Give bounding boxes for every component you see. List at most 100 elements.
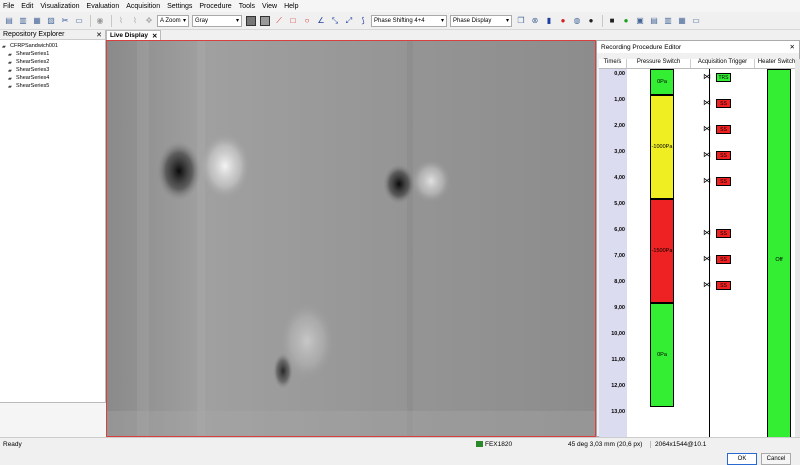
menu-settings[interactable]: Settings xyxy=(167,3,192,10)
series-icon: ▰ xyxy=(8,51,12,58)
menu-visualization[interactable]: Visualization xyxy=(40,3,79,10)
status-ready: Ready xyxy=(3,440,22,448)
trigger-label: SS xyxy=(720,126,727,133)
pressure-segment[interactable]: -1000Pa xyxy=(650,95,674,199)
trigger-label: TRS xyxy=(718,74,729,81)
cancel-label: Cancel xyxy=(766,456,786,462)
pressure-segment[interactable]: 0Pa xyxy=(650,303,674,407)
pressure-segment[interactable]: 0Pa xyxy=(650,69,674,95)
trigger-box[interactable]: SS xyxy=(716,229,731,238)
trigger-box[interactable]: TRS xyxy=(716,73,731,82)
tree-item[interactable]: ▰ ShearSeries3 xyxy=(2,66,105,74)
live-display-image[interactable] xyxy=(106,40,596,437)
menu-procedure[interactable]: Procedure xyxy=(199,3,231,10)
trigger-marker-icon[interactable]: ⋈ xyxy=(703,150,711,160)
pressure-segment[interactable]: -1500Pa xyxy=(650,199,674,303)
time-tick-label: 2,00 xyxy=(614,123,625,129)
display-value: Phase Display xyxy=(453,17,492,24)
cut-icon[interactable]: ✂ xyxy=(59,15,71,27)
report-icon[interactable]: ▦ xyxy=(676,15,688,27)
method-select[interactable]: Phase Shifting 4+4 ▾ xyxy=(371,14,447,27)
dark-circle-icon[interactable]: ● xyxy=(585,15,597,27)
menu-file[interactable]: File xyxy=(3,3,14,10)
recording-editor-scrollbar[interactable] xyxy=(795,59,800,450)
tree-item[interactable]: ▰ ShearSeries4 xyxy=(2,74,105,82)
trigger-marker-icon[interactable]: ⋈ xyxy=(703,228,711,238)
trigger-label: SS xyxy=(720,100,727,107)
tree-item[interactable]: ▰ ShearSeries5 xyxy=(2,82,105,90)
pressure-segment-label: 0Pa xyxy=(657,79,667,85)
record-icon[interactable]: ◍ xyxy=(571,15,583,27)
menu-view[interactable]: View xyxy=(262,3,277,10)
tree-item[interactable]: ▰ ShearSeries1 xyxy=(2,50,105,58)
heater-switch-bar[interactable]: Off xyxy=(767,69,791,450)
trigger-box[interactable]: SS xyxy=(716,255,731,264)
close-icon[interactable]: ✕ xyxy=(152,32,157,40)
profile-tool-icon[interactable]: ⟆ xyxy=(357,15,369,27)
menu-tools[interactable]: Tools xyxy=(239,3,255,10)
layout-icon[interactable]: ▭ xyxy=(73,15,85,27)
series-icon: ▰ xyxy=(8,75,12,82)
new-project-icon[interactable]: ▤ xyxy=(3,15,15,27)
gray-swatch-icon[interactable] xyxy=(245,15,257,27)
filter2-icon[interactable]: ⌇ xyxy=(129,15,141,27)
view-eye-icon[interactable]: ◉ xyxy=(94,15,106,27)
trigger-box[interactable]: SS xyxy=(716,151,731,160)
gray-swatch2-icon[interactable] xyxy=(259,15,271,27)
menu-edit[interactable]: Edit xyxy=(21,3,33,10)
tree-item[interactable]: ▰ ShearSeries2 xyxy=(2,58,105,66)
rectangle-tool-icon[interactable]: □ xyxy=(287,15,299,27)
ruler-tool-icon[interactable]: ⤢ xyxy=(343,15,355,27)
recording-timeline[interactable]: 0,00 1,00 2,00 3,00 4,00 5,00 6,00 7,00 8,00 9,00… xyxy=(599,69,795,450)
folder-icon: ▰ xyxy=(2,43,6,50)
copy-icon[interactable]: ❐ xyxy=(515,15,527,27)
trigger-marker-icon[interactable]: ⋈ xyxy=(703,98,711,108)
time-axis: 0,00 1,00 2,00 3,00 4,00 5,00 6,00 7,00 8,00 9,00… xyxy=(599,69,627,450)
tab-live-display[interactable]: Live Display ✕ xyxy=(106,30,162,40)
link-icon[interactable]: ⊗ xyxy=(529,15,541,27)
camera-icon[interactable]: ▣ xyxy=(634,15,646,27)
procedure-icon[interactable]: ▥ xyxy=(662,15,674,27)
move-icon[interactable]: ✥ xyxy=(143,15,155,27)
tree-root[interactable]: ▰ CFRPSandwich001 xyxy=(2,42,105,50)
chevron-down-icon: ▾ xyxy=(235,18,239,24)
cancel-button[interactable]: Cancel xyxy=(761,453,791,465)
trigger-marker-icon[interactable]: ⋈ xyxy=(703,124,711,134)
zoom-select[interactable]: A Zoom ▾ xyxy=(157,14,189,27)
time-tick-label: 4,00 xyxy=(614,175,625,181)
trigger-box[interactable]: SS xyxy=(716,177,731,186)
trigger-box[interactable]: SS xyxy=(716,99,731,108)
window-icon[interactable]: ▭ xyxy=(690,15,702,27)
stop-red-icon[interactable]: ● xyxy=(557,15,569,27)
line-tool-icon[interactable]: ⟋ xyxy=(273,15,285,27)
live-green-icon[interactable]: ● xyxy=(620,15,632,27)
ok-button[interactable]: OK xyxy=(727,453,757,465)
trigger-marker-icon[interactable]: ⋈ xyxy=(703,280,711,290)
trigger-box[interactable]: SS xyxy=(716,125,731,134)
stop-icon[interactable]: ■ xyxy=(606,15,618,27)
time-tick-label: 6,00 xyxy=(614,227,625,233)
trigger-marker-icon[interactable]: ⋈ xyxy=(703,72,711,82)
close-icon[interactable]: ✕ xyxy=(96,31,102,39)
filter-icon[interactable]: ⌇ xyxy=(115,15,127,27)
trigger-marker-icon[interactable]: ⋈ xyxy=(703,254,711,264)
trigger-label: SS xyxy=(720,152,727,159)
trigger-marker-icon[interactable]: ⋈ xyxy=(703,176,711,186)
close-icon[interactable]: ✕ xyxy=(790,43,795,51)
open-project-icon[interactable]: ▥ xyxy=(17,15,29,27)
colormap-select[interactable]: Gray ▾ xyxy=(192,14,242,27)
repository-explorer-panel: Repository Explorer ✕ ▰ CFRPSandwich001 … xyxy=(0,30,106,437)
menu-acquisition[interactable]: Acquisition xyxy=(126,3,160,10)
menu-help[interactable]: Help xyxy=(284,3,298,10)
save-icon[interactable]: ▦ xyxy=(31,15,43,27)
menu-evaluation[interactable]: Evaluation xyxy=(87,3,120,10)
monitor-icon[interactable]: ▤ xyxy=(648,15,660,27)
chart-icon[interactable]: ▮ xyxy=(543,15,555,27)
measure-tool-icon[interactable]: ⤡ xyxy=(329,15,341,27)
display-select[interactable]: Phase Display ▾ xyxy=(450,14,512,27)
trigger-box[interactable]: SS xyxy=(716,281,731,290)
angle-tool-icon[interactable]: ∠ xyxy=(315,15,327,27)
export-icon[interactable]: ▧ xyxy=(45,15,57,27)
status-camera-label: FEX1820 xyxy=(485,440,513,448)
circle-tool-icon[interactable]: ○ xyxy=(301,15,313,27)
